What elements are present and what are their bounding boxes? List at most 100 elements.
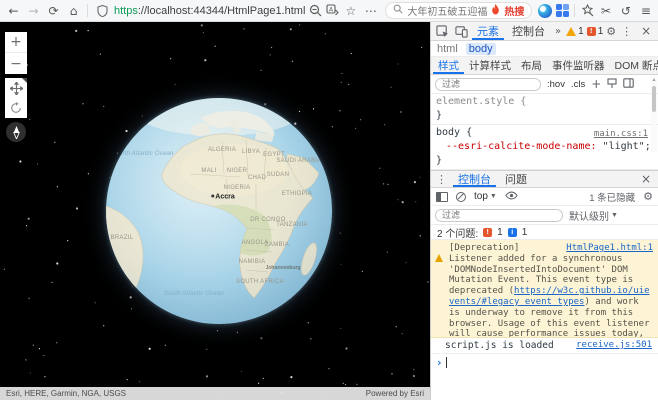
font-editor-icon[interactable] xyxy=(607,78,617,91)
powered-by-esri[interactable]: Powered by Esri xyxy=(366,389,424,398)
favorites-pin-icon[interactable] xyxy=(579,3,595,19)
console-toolbar: top▼ 1 条已隐藏 ⚙ xyxy=(431,188,658,206)
toggle-cls-button[interactable]: .cls xyxy=(571,79,585,90)
tab-elements[interactable]: 元素 xyxy=(472,22,504,40)
map-label: South Atlantic Ocean xyxy=(164,291,224,297)
dom-breadcrumb: html body xyxy=(431,41,658,57)
zoom-page-icon[interactable] xyxy=(307,3,323,19)
toolbar-divider xyxy=(574,4,575,17)
map-label: NIGER xyxy=(227,168,248,174)
more-ellipsis-icon[interactable]: ⋯ xyxy=(361,2,380,20)
bookmark-star-icon[interactable]: ☆ xyxy=(341,2,360,20)
hidden-messages-note[interactable]: 1 条已隐藏 xyxy=(589,190,635,204)
map-label: SUDAN xyxy=(267,172,290,178)
address-bar[interactable]: https://localhost:44344/HtmlPage1.html xyxy=(94,3,305,19)
issue-info-icon: i xyxy=(508,228,517,237)
screenshot-scissors-icon[interactable]: ✂ xyxy=(596,2,615,20)
devtools-settings-gear-icon[interactable]: ⚙ xyxy=(606,25,616,38)
warning-source-link[interactable]: HtmlPage1.html:1 xyxy=(566,243,653,254)
drawer-tab-issues[interactable]: 问题 xyxy=(500,171,532,187)
styles-tab-1[interactable]: 计算样式 xyxy=(464,57,516,74)
inspect-element-icon[interactable] xyxy=(434,24,450,39)
menu-hamburger-icon[interactable]: ≡ xyxy=(636,2,655,20)
styles-tab-4[interactable]: DOM 断点 xyxy=(610,57,658,74)
navigation-widget xyxy=(5,78,27,118)
scrollbar-thumb[interactable] xyxy=(652,86,656,112)
compass-button[interactable] xyxy=(6,122,26,142)
issues-badge[interactable]: ! 1 xyxy=(587,26,604,37)
forward-button[interactable]: → xyxy=(24,2,43,20)
issues-summary-row[interactable]: 2 个问题: ! 1 i 1 xyxy=(431,225,658,240)
issues-summary-text: 2 个问题: xyxy=(437,225,478,240)
warning-triangle-icon xyxy=(566,27,576,36)
clear-console-icon[interactable] xyxy=(456,192,466,202)
computed-sidebar-toggle-icon[interactable] xyxy=(623,78,634,91)
body-style-rule[interactable]: main.css:1 body { --esri-calcite-mode-na… xyxy=(431,125,658,170)
map-attribution: Esri, HERE, Garmin, NGA, USGS Powered by… xyxy=(0,387,430,400)
map-label: TANZANIA xyxy=(276,222,308,228)
device-toolbar-icon[interactable] xyxy=(453,24,469,39)
hot-search-label: 热搜 xyxy=(504,3,524,18)
hot-search-box[interactable]: 大年初五破五迎福 热搜 xyxy=(385,2,532,19)
back-button[interactable]: ← xyxy=(4,2,23,20)
warnings-badge[interactable]: 1 xyxy=(566,26,584,37)
issue-square-icon: ! xyxy=(587,27,596,36)
drawer-close-icon[interactable]: × xyxy=(637,172,655,186)
styles-filter-input[interactable] xyxy=(435,78,541,91)
console-prompt[interactable]: › xyxy=(431,354,658,371)
log-levels-dropdown[interactable]: 默认级别▼ xyxy=(569,208,618,223)
console-settings-gear-icon[interactable]: ⚙ xyxy=(643,190,653,203)
translate-icon[interactable]: A xyxy=(324,3,340,19)
restore-undo-icon[interactable]: ↺ xyxy=(616,2,635,20)
map-labels-layer: ALGERIALIBYAEGYPTSAUDI ARABIAMALINIGERCH… xyxy=(106,98,332,324)
console-filter-row: 默认级别▼ xyxy=(431,206,658,225)
live-expression-eye-icon[interactable] xyxy=(505,191,518,203)
rotate-mode-button[interactable] xyxy=(5,98,27,118)
console-sidebar-toggle-icon[interactable] xyxy=(436,192,448,202)
map-label: ZAMBIA xyxy=(265,242,289,248)
apps-grid-icon[interactable] xyxy=(554,3,570,19)
css-value[interactable]: "light"; xyxy=(603,141,651,152)
home-button[interactable]: ⌂ xyxy=(64,2,83,20)
crumb-body[interactable]: body xyxy=(466,43,496,55)
styles-scrollbar[interactable]: ▲ xyxy=(651,76,657,152)
deprecation-warning-message: HtmlPage1.html:1 [Deprecation] Listener … xyxy=(431,240,658,338)
log-source-link[interactable]: receive.js:501 xyxy=(576,340,652,350)
issue-error-icon: ! xyxy=(483,228,492,237)
styles-tab-0[interactable]: 样式 xyxy=(433,57,464,74)
refresh-button[interactable]: ⟳ xyxy=(44,2,63,20)
extension-logo-icon[interactable] xyxy=(537,3,553,19)
map-viewport[interactable]: ALGERIALIBYAEGYPTSAUDI ARABIAMALINIGERCH… xyxy=(0,22,430,400)
devtools-menu-dots-icon[interactable]: ⋮ xyxy=(619,25,634,38)
stylesheet-link[interactable]: main.css:1 xyxy=(594,127,648,141)
console-drawer-tabbar: ⋮ 控制台 问题 × xyxy=(431,170,658,188)
chevron-down-icon: ▼ xyxy=(611,212,618,219)
drawer-menu-dots-icon[interactable]: ⋮ xyxy=(434,173,449,186)
zoom-out-button[interactable]: − xyxy=(5,53,27,74)
widget-expand-corner xyxy=(22,78,27,83)
url-text: https://localhost:44344/HtmlPage1.html xyxy=(114,5,305,17)
map-label: North Atlantic Ocean xyxy=(114,151,173,157)
console-filter-input[interactable] xyxy=(435,209,563,222)
zoom-in-button[interactable]: + xyxy=(5,32,27,53)
execution-context-selector[interactable]: top▼ xyxy=(474,191,497,202)
crumb-html[interactable]: html xyxy=(437,43,458,55)
drawer-tab-console[interactable]: 控制台 xyxy=(453,171,496,187)
rotate-icon xyxy=(10,102,22,114)
toggle-hov-button[interactable]: :hov xyxy=(547,79,565,90)
new-style-rule-button[interactable]: + xyxy=(591,77,601,91)
scrollbar-up-arrow[interactable]: ▲ xyxy=(651,77,657,84)
prompt-chevron-icon: › xyxy=(437,356,442,369)
map-label: ALGERIA xyxy=(208,147,236,153)
styles-tab-3[interactable]: 事件监听器 xyxy=(547,57,610,74)
security-shield-icon[interactable] xyxy=(94,3,110,19)
more-tabs-chevron[interactable]: » xyxy=(553,26,563,37)
search-icon xyxy=(393,4,403,17)
devtools-close-icon[interactable]: × xyxy=(637,24,655,38)
map-label: ETHIOPIA xyxy=(282,191,312,197)
element-style-rule[interactable]: element.style { } xyxy=(431,94,658,125)
tab-console[interactable]: 控制台 xyxy=(507,22,550,40)
earth-globe[interactable]: ALGERIALIBYAEGYPTSAUDI ARABIAMALINIGERCH… xyxy=(106,98,332,324)
styles-tab-2[interactable]: 布局 xyxy=(516,57,547,74)
css-property[interactable]: --esri-calcite-mode-name: xyxy=(446,141,603,152)
